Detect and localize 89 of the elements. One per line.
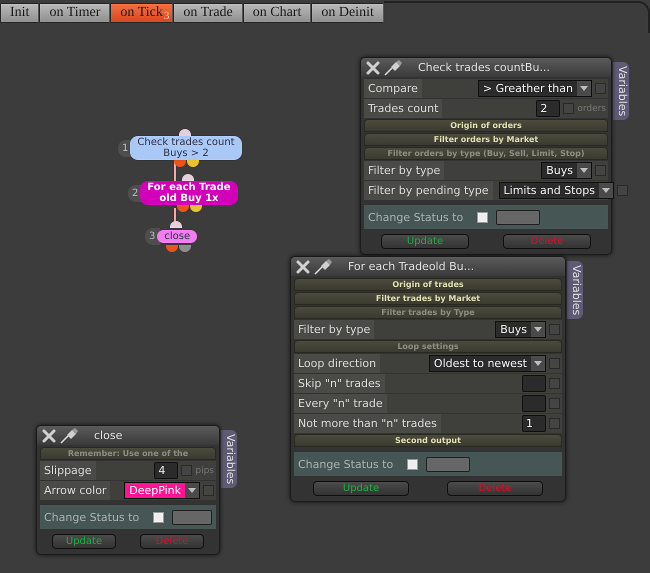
checkbox[interactable]: [153, 512, 164, 522]
field-label: Slippage: [40, 461, 96, 480]
input-port-icon[interactable]: [178, 129, 191, 136]
unit-label: pips: [195, 466, 214, 476]
checkbox[interactable]: [616, 185, 628, 196]
input-field[interactable]: [522, 395, 546, 412]
event-tab[interactable]: on Chart: [242, 3, 312, 23]
flow-node[interactable]: close: [157, 230, 198, 243]
status-field[interactable]: [496, 210, 540, 224]
panel-title: close: [94, 429, 122, 442]
checkbox[interactable]: [549, 418, 560, 429]
field-label: Not more than "n" trades: [294, 414, 441, 433]
output-port-icon[interactable]: [166, 245, 178, 252]
output-port-icon[interactable]: [174, 160, 186, 167]
event-tab[interactable]: on Tick$_{3}$: [110, 3, 174, 23]
checkbox[interactable]: [595, 83, 606, 94]
caret-icon: [602, 188, 610, 193]
close-icon[interactable]: [296, 260, 310, 274]
checkbox[interactable]: [549, 324, 560, 335]
checkbox[interactable]: [563, 103, 574, 114]
section-header[interactable]: Origin of trades: [294, 278, 562, 291]
status-field[interactable]: [426, 456, 470, 472]
section-header[interactable]: Filter orders by Market: [364, 133, 608, 146]
update-button[interactable]: Update: [312, 481, 410, 496]
field-label: Loop direction: [294, 354, 380, 373]
section-header[interactable]: Filter trades by Market: [294, 292, 562, 305]
output-port-icon[interactable]: [178, 245, 191, 252]
update-button[interactable]: Update: [52, 534, 116, 549]
flow-node[interactable]: For each Trade old Buy 1x: [140, 181, 238, 205]
node-number: 3: [145, 228, 160, 245]
event-tab[interactable]: on Timer: [39, 3, 110, 23]
checkbox[interactable]: [181, 465, 192, 476]
close-icon[interactable]: [42, 428, 56, 442]
unit-label: orders: [577, 104, 606, 114]
output-port-icon[interactable]: [177, 205, 190, 212]
output-port-icon[interactable]: [187, 160, 200, 167]
pin-icon[interactable]: [60, 428, 78, 444]
event-tab[interactable]: on Trade: [173, 3, 243, 23]
panel-title: For each Tradeold Bu...: [348, 260, 474, 273]
panel-title: Check trades countBu...: [418, 61, 550, 74]
field-label: Filter by type: [294, 320, 374, 339]
section-header[interactable]: Origin of orders: [364, 119, 608, 132]
caret-icon: [580, 86, 588, 91]
section-header[interactable]: Second output: [294, 434, 562, 447]
caret-icon: [188, 488, 196, 493]
caret-icon: [580, 168, 588, 173]
dropdown[interactable]: > Greather than: [478, 80, 592, 97]
dropdown[interactable]: Buys: [495, 321, 546, 338]
input-field[interactable]: 2: [536, 100, 560, 117]
flow-node[interactable]: Check trades count Buys > 2: [130, 136, 242, 160]
input-field[interactable]: 1: [522, 415, 546, 432]
dropdown[interactable]: Limits and Stops: [498, 182, 614, 199]
pin-icon[interactable]: [314, 258, 332, 274]
update-button[interactable]: Update: [381, 234, 469, 249]
checkbox[interactable]: [595, 165, 606, 176]
field-label: Trades count: [364, 99, 442, 118]
input-field[interactable]: 4: [154, 462, 178, 479]
status-label: Change Status to: [368, 210, 464, 224]
checkbox[interactable]: [203, 485, 214, 496]
checkbox[interactable]: [549, 398, 560, 409]
event-tab[interactable]: on Deinit: [311, 3, 384, 23]
variables-tab[interactable]: Variables: [613, 62, 629, 120]
status-label: Change Status to: [298, 458, 394, 470]
field-label: Arrow color: [40, 481, 110, 500]
color-dropdown[interactable]: DeepPink: [124, 482, 200, 499]
input-port-icon[interactable]: [170, 221, 182, 228]
caret-icon: [534, 361, 542, 366]
dropdown[interactable]: Buys: [541, 162, 592, 179]
field-label: Filter by pending type: [364, 181, 493, 200]
checkbox[interactable]: [477, 212, 488, 222]
pin-icon[interactable]: [384, 60, 402, 76]
variables-tab[interactable]: Variables: [567, 261, 583, 320]
status-field[interactable]: [172, 510, 212, 524]
caret-icon: [534, 327, 542, 332]
event-tab[interactable]: Init: [0, 3, 40, 23]
output-port-icon[interactable]: [190, 205, 202, 212]
input-field[interactable]: [522, 375, 546, 392]
field-label: Filter by type: [364, 161, 444, 180]
field-label: Compare: [364, 79, 422, 98]
checkbox[interactable]: [407, 458, 418, 470]
input-port-icon[interactable]: [182, 174, 194, 181]
close-icon[interactable]: [366, 60, 380, 74]
status-label: Change Status to: [44, 510, 140, 524]
dropdown[interactable]: Oldest to newest: [428, 355, 546, 372]
checkbox[interactable]: [549, 378, 560, 389]
field-label: Skip "n" trades: [294, 374, 385, 393]
variables-tab[interactable]: Variables: [221, 430, 237, 488]
field-label: Every "n" trade: [294, 394, 387, 413]
checkbox[interactable]: [549, 358, 560, 369]
